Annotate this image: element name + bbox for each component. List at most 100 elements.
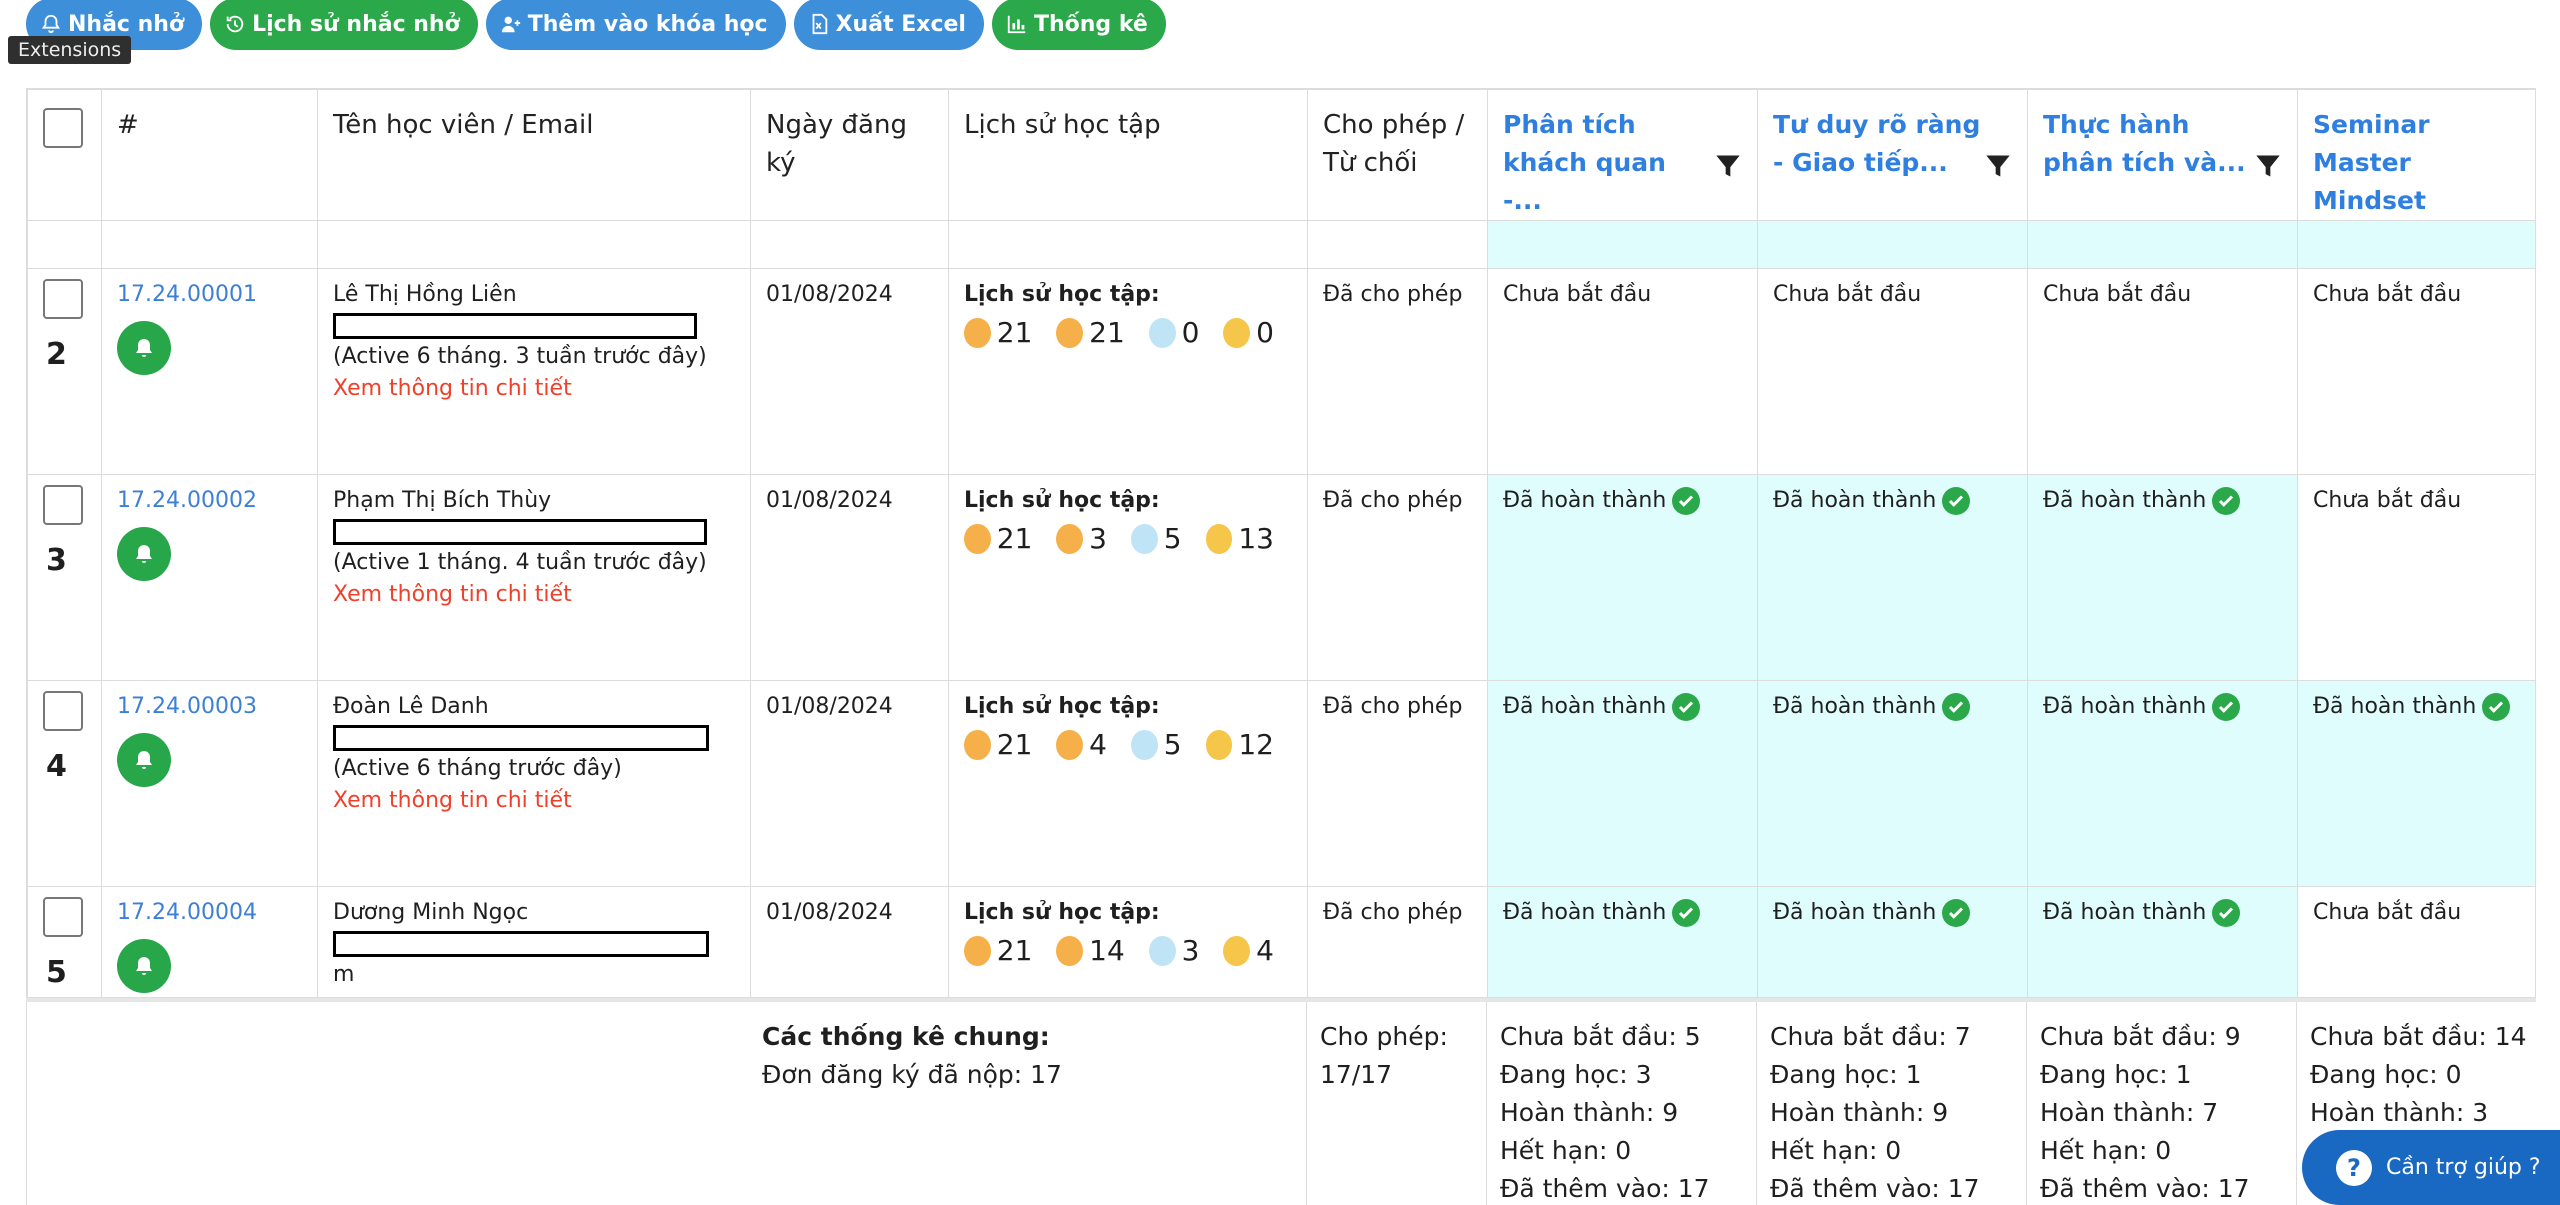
course-status: Chưa bắt đầu [2043,282,2192,307]
history-stats: 21 4 5 12 [964,729,1292,761]
check-icon [2212,899,2241,927]
row-checkbox[interactable] [43,485,83,525]
student-name: Đoàn Lê Danh [333,694,489,719]
view-detail-link[interactable]: Xem thông tin chi tiết [333,373,735,405]
course-2-stats: Chưa bắt đầu: 7 Đang học: 1 Hoàn thành: … [1770,1018,1980,1205]
course-status-label: Đã hoàn thành [2043,900,2207,925]
row-checkbox[interactable] [43,279,83,319]
book-open-icon [1056,730,1084,760]
header-permit: Cho phép / Từ chối [1307,89,1488,221]
clipboard-icon [1148,936,1176,966]
stat-value: 12 [1238,728,1274,761]
remind-history-button-label: Lịch sử nhắc nhở [252,11,460,37]
course-status: Chưa bắt đầu [2313,282,2462,307]
header-history: Lịch sử học tập [948,89,1308,221]
student-code-link[interactable]: 17.24.00001 [117,279,302,311]
stat-value: 21 [996,934,1033,967]
remind-history-button[interactable]: Lịch sử nhắc nhở [210,0,478,50]
stat-value: 3 [1181,934,1200,967]
history-icon [226,15,244,33]
clipboard-icon [1148,318,1176,348]
statistics-button[interactable]: Thống kê [991,0,1166,50]
header-course-4[interactable]: Seminar Master Mindset [2297,89,2535,221]
stat-line: Đã thêm vào: 17 [1770,1174,1980,1203]
row-checkbox[interactable] [43,897,83,937]
summary-footer: Các thống kê chung: Đơn đăng ký đã nộp: … [26,998,2536,1205]
permit-status: Đã cho phép [1307,474,1488,681]
stat-line: Chưa bắt đầu: 7 [1770,1022,1971,1051]
history-label: Lịch sử học tập: [964,282,1160,307]
course-status: Đã hoàn thành [1773,897,1971,929]
book-open-icon [1056,318,1084,348]
active-info: (Active 6 tháng trước đây) [333,756,622,781]
stat-value: 21 [996,316,1033,349]
bar-chart-icon [1007,15,1026,34]
add-to-course-button[interactable]: Thêm vào khóa học [485,0,786,50]
stat-line: Hết hạn: 0 [1500,1136,1632,1165]
student-code-link[interactable]: 17.24.00004 [117,897,302,929]
filter-icon[interactable] [1983,152,2013,180]
course-status: Chưa bắt đầu [2313,488,2462,513]
history-label: Lịch sử học tập: [964,488,1160,513]
check-icon [1672,693,1701,721]
row-checkbox[interactable] [43,691,83,731]
bell-icon [41,14,61,34]
stat-line: Hết hạn: 0 [2040,1136,2172,1165]
stat-line: Chưa bắt đầu: 5 [1500,1022,1701,1051]
bell-icon [136,339,152,357]
history-label: Lịch sử học tập: [964,694,1160,719]
header-course-2[interactable]: Tư duy rõ ràng - Giao tiếp... [1757,89,2028,221]
stat-line: Đang học: 0 [2310,1060,2462,1089]
submitted-count: Đơn đăng ký đã nộp: 17 [762,1060,1062,1089]
remind-bell-button[interactable] [117,527,171,581]
bell-icon [136,957,152,975]
remind-bell-button[interactable] [117,321,171,375]
student-code-link[interactable]: 17.24.00003 [117,691,302,723]
register-date: 01/08/2024 [750,268,949,475]
remind-bell-button[interactable] [117,939,171,993]
toolbar: Nhắc nhở Lịch sử nhắc nhở Thêm vào khóa … [26,0,1166,52]
table-row: 3 17.24.00002 Phạm Thị Bích Thùy (Active… [27,474,2535,681]
redacted-email [333,313,697,339]
clipboard-icon [1131,730,1158,760]
permit-summary: Cho phép: 17/17 [1320,1022,1448,1089]
active-info: (Active 6 tháng. 3 tuần trước đây) [333,344,707,369]
stat-value: 21 [1089,316,1125,349]
filter-icon[interactable] [2253,152,2283,180]
redacted-email [333,725,709,751]
course-status: Đã hoàn thành [2313,691,2511,723]
course-status-label: Đã hoàn thành [1773,488,1937,513]
stat-value: 13 [1238,522,1274,555]
book-stack-icon [964,730,991,760]
stat-value: 3 [1089,522,1107,555]
check-icon [1942,693,1971,721]
remind-bell-button[interactable] [117,733,171,787]
stat-line: Chưa bắt đầu: 9 [2040,1022,2241,1051]
view-detail-link[interactable]: Xem thông tin chi tiết [333,785,735,817]
stat-line: Đã thêm vào: 17 [1500,1174,1710,1203]
stat-line: Đang học: 3 [1500,1060,1652,1089]
add-to-course-button-label: Thêm vào khóa học [527,11,768,37]
select-all-checkbox[interactable] [43,108,83,148]
redacted-email [333,519,707,545]
filter-icon[interactable] [1713,152,1743,180]
export-excel-button[interactable]: Xuất Excel [793,0,984,50]
header-course-1[interactable]: Phân tích khách quan -... [1487,89,1758,221]
bell-icon [136,751,152,769]
course-status: Đã hoàn thành [1503,897,1701,929]
clipboard-icon [1131,524,1158,554]
help-button[interactable]: ? Cần trợ giúp ? [2302,1130,2560,1205]
stat-value: 4 [1256,934,1274,967]
view-detail-link[interactable]: Xem thông tin chi tiết [333,579,735,611]
book-open-icon [1056,936,1084,966]
stat-line: Hoàn thành: 9 [1500,1098,1679,1127]
course-status-label: Đã hoàn thành [2043,488,2207,513]
header-course-1-label: Phân tích khách quan -... [1503,110,1666,215]
stat-line: Đang học: 1 [1770,1060,1922,1089]
excel-file-icon [812,13,827,35]
header-course-3[interactable]: Thực hành phân tích và... [2027,89,2298,221]
check-icon [1942,487,1971,515]
student-code-link[interactable]: 17.24.00002 [117,485,302,517]
check-icon [2212,693,2241,721]
course-status: Đã hoàn thành [1503,485,1701,517]
